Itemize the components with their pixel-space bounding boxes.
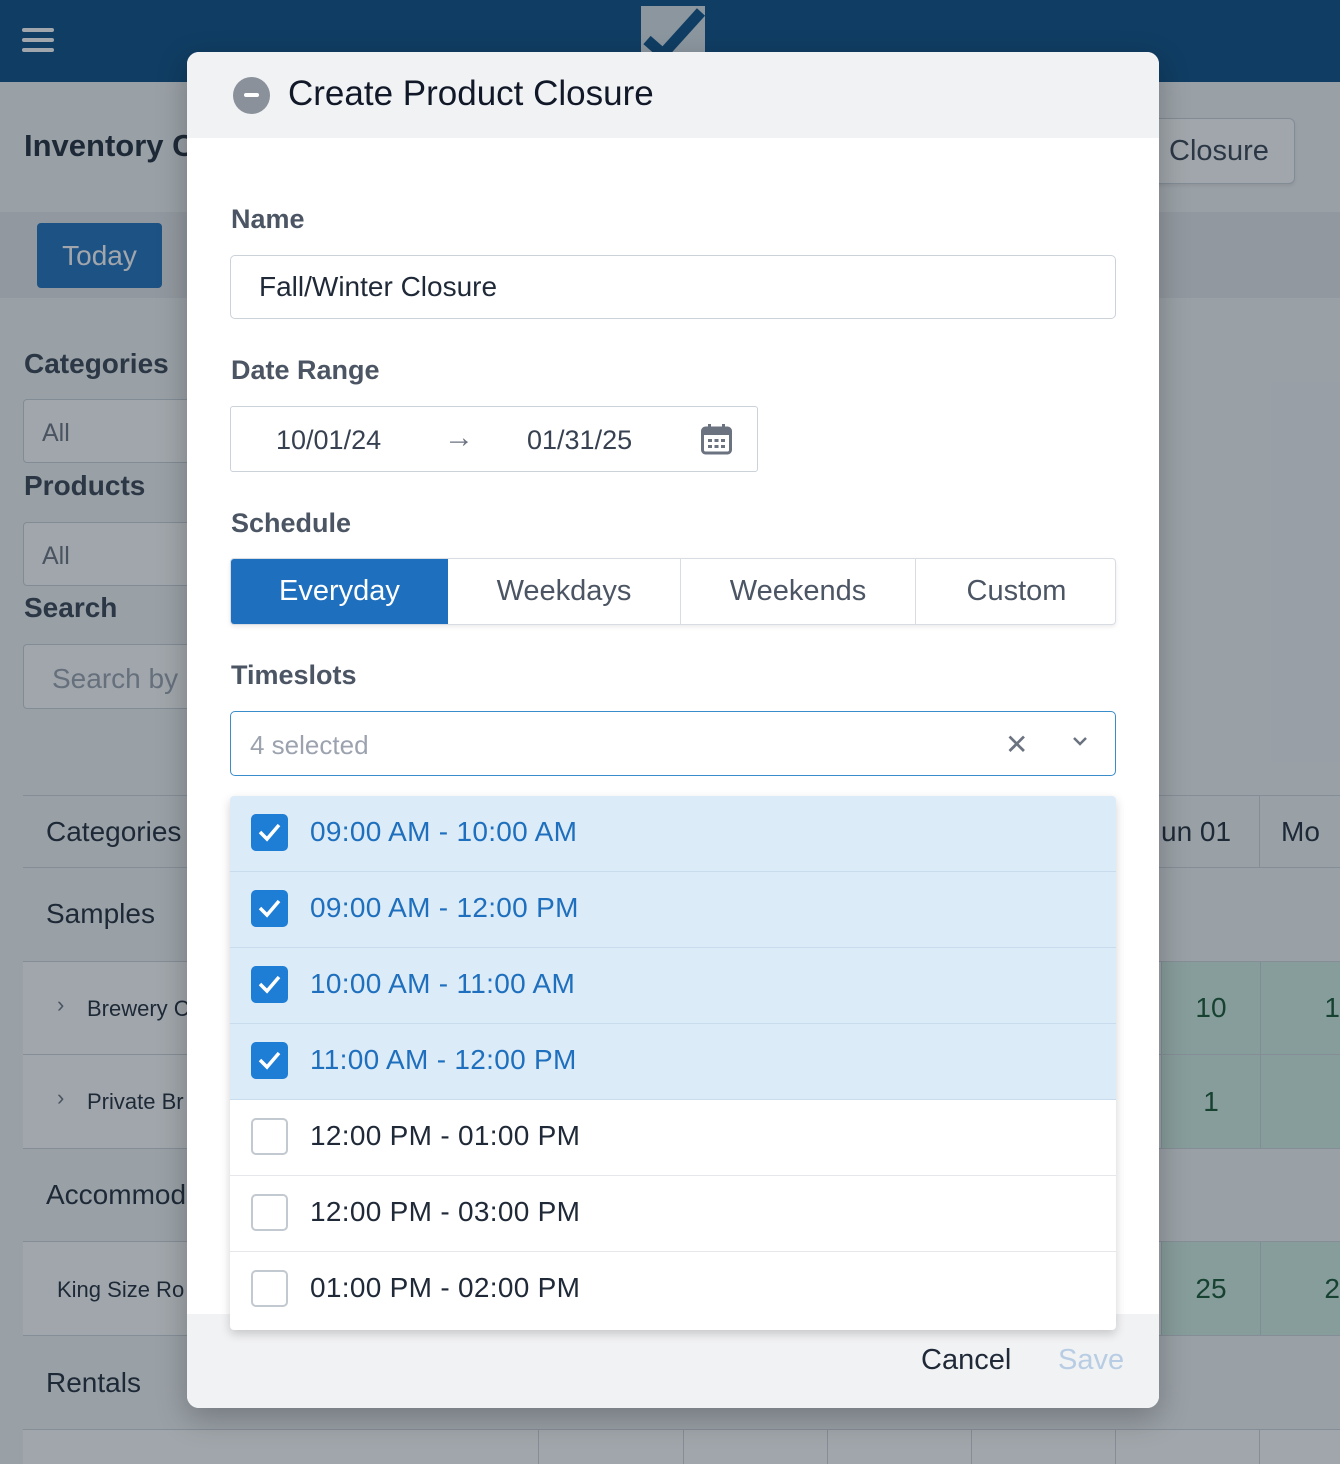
schedule-label: Schedule bbox=[231, 508, 352, 538]
name-input[interactable] bbox=[230, 255, 1116, 319]
name-label: Name bbox=[231, 204, 305, 234]
checkbox-checked-icon[interactable] bbox=[251, 890, 288, 927]
timeslot-options-list: 09:00 AM - 10:00 AM 09:00 AM - 12:00 PM … bbox=[230, 796, 1116, 1330]
minus-circle-icon[interactable] bbox=[233, 77, 270, 114]
end-date-input[interactable]: 01/31/25 bbox=[527, 425, 632, 456]
timeslot-option[interactable]: 09:00 AM - 10:00 AM bbox=[230, 796, 1116, 872]
timeslots-selected-count: 4 selected bbox=[250, 730, 369, 760]
save-button[interactable]: Save bbox=[1058, 1344, 1124, 1377]
schedule-option-weekends[interactable]: Weekends bbox=[681, 559, 916, 624]
checkbox-checked-icon[interactable] bbox=[251, 1042, 288, 1079]
schedule-option-weekdays[interactable]: Weekdays bbox=[448, 559, 681, 624]
timeslot-option-label: 01:00 PM - 02:00 PM bbox=[310, 1272, 581, 1303]
timeslots-multiselect[interactable]: 4 selected ✕ bbox=[230, 711, 1116, 776]
schedule-option-everyday[interactable]: Everyday bbox=[231, 559, 448, 624]
dialog-header: Create Product Closure bbox=[187, 52, 1159, 138]
dialog-title: Create Product Closure bbox=[288, 74, 654, 113]
checkbox-unchecked-icon[interactable] bbox=[251, 1270, 288, 1307]
close-icon[interactable]: ✕ bbox=[1005, 728, 1028, 761]
schedule-option-custom[interactable]: Custom bbox=[916, 559, 1115, 624]
date-range-label: Date Range bbox=[231, 355, 380, 385]
checkbox-unchecked-icon[interactable] bbox=[251, 1194, 288, 1231]
checkbox-checked-icon[interactable] bbox=[251, 814, 288, 851]
schedule-segmented-control: Everyday Weekdays Weekends Custom bbox=[230, 558, 1116, 625]
timeslot-option[interactable]: 11:00 AM - 12:00 PM bbox=[230, 1024, 1116, 1100]
cancel-button[interactable]: Cancel bbox=[921, 1344, 1011, 1377]
chevron-down-icon[interactable] bbox=[1071, 732, 1089, 755]
timeslot-option-label: 09:00 AM - 12:00 PM bbox=[310, 892, 579, 923]
timeslot-option[interactable]: 10:00 AM - 11:00 AM bbox=[230, 948, 1116, 1024]
checkbox-unchecked-icon[interactable] bbox=[251, 1118, 288, 1155]
timeslots-label: Timeslots bbox=[231, 660, 357, 690]
timeslot-option-label: 10:00 AM - 11:00 AM bbox=[310, 968, 576, 999]
timeslot-option-label: 11:00 AM - 12:00 PM bbox=[310, 1044, 577, 1075]
start-date-input[interactable]: 10/01/24 bbox=[276, 425, 381, 456]
timeslot-option-label: 12:00 PM - 03:00 PM bbox=[310, 1196, 581, 1227]
timeslot-option[interactable]: 12:00 PM - 01:00 PM bbox=[230, 1100, 1116, 1176]
checkbox-checked-icon[interactable] bbox=[251, 966, 288, 1003]
arrow-right-icon: → bbox=[444, 421, 474, 454]
timeslot-option-label: 12:00 PM - 01:00 PM bbox=[310, 1120, 581, 1151]
timeslot-option-label: 09:00 AM - 10:00 AM bbox=[310, 816, 578, 847]
timeslot-option[interactable]: 01:00 PM - 02:00 PM bbox=[230, 1252, 1116, 1328]
timeslot-option[interactable]: 09:00 AM - 12:00 PM bbox=[230, 872, 1116, 948]
date-range-picker[interactable]: 10/01/24 → 01/31/25 bbox=[230, 406, 758, 472]
calendar-icon[interactable] bbox=[701, 424, 732, 460]
timeslot-option[interactable]: 12:00 PM - 03:00 PM bbox=[230, 1176, 1116, 1252]
